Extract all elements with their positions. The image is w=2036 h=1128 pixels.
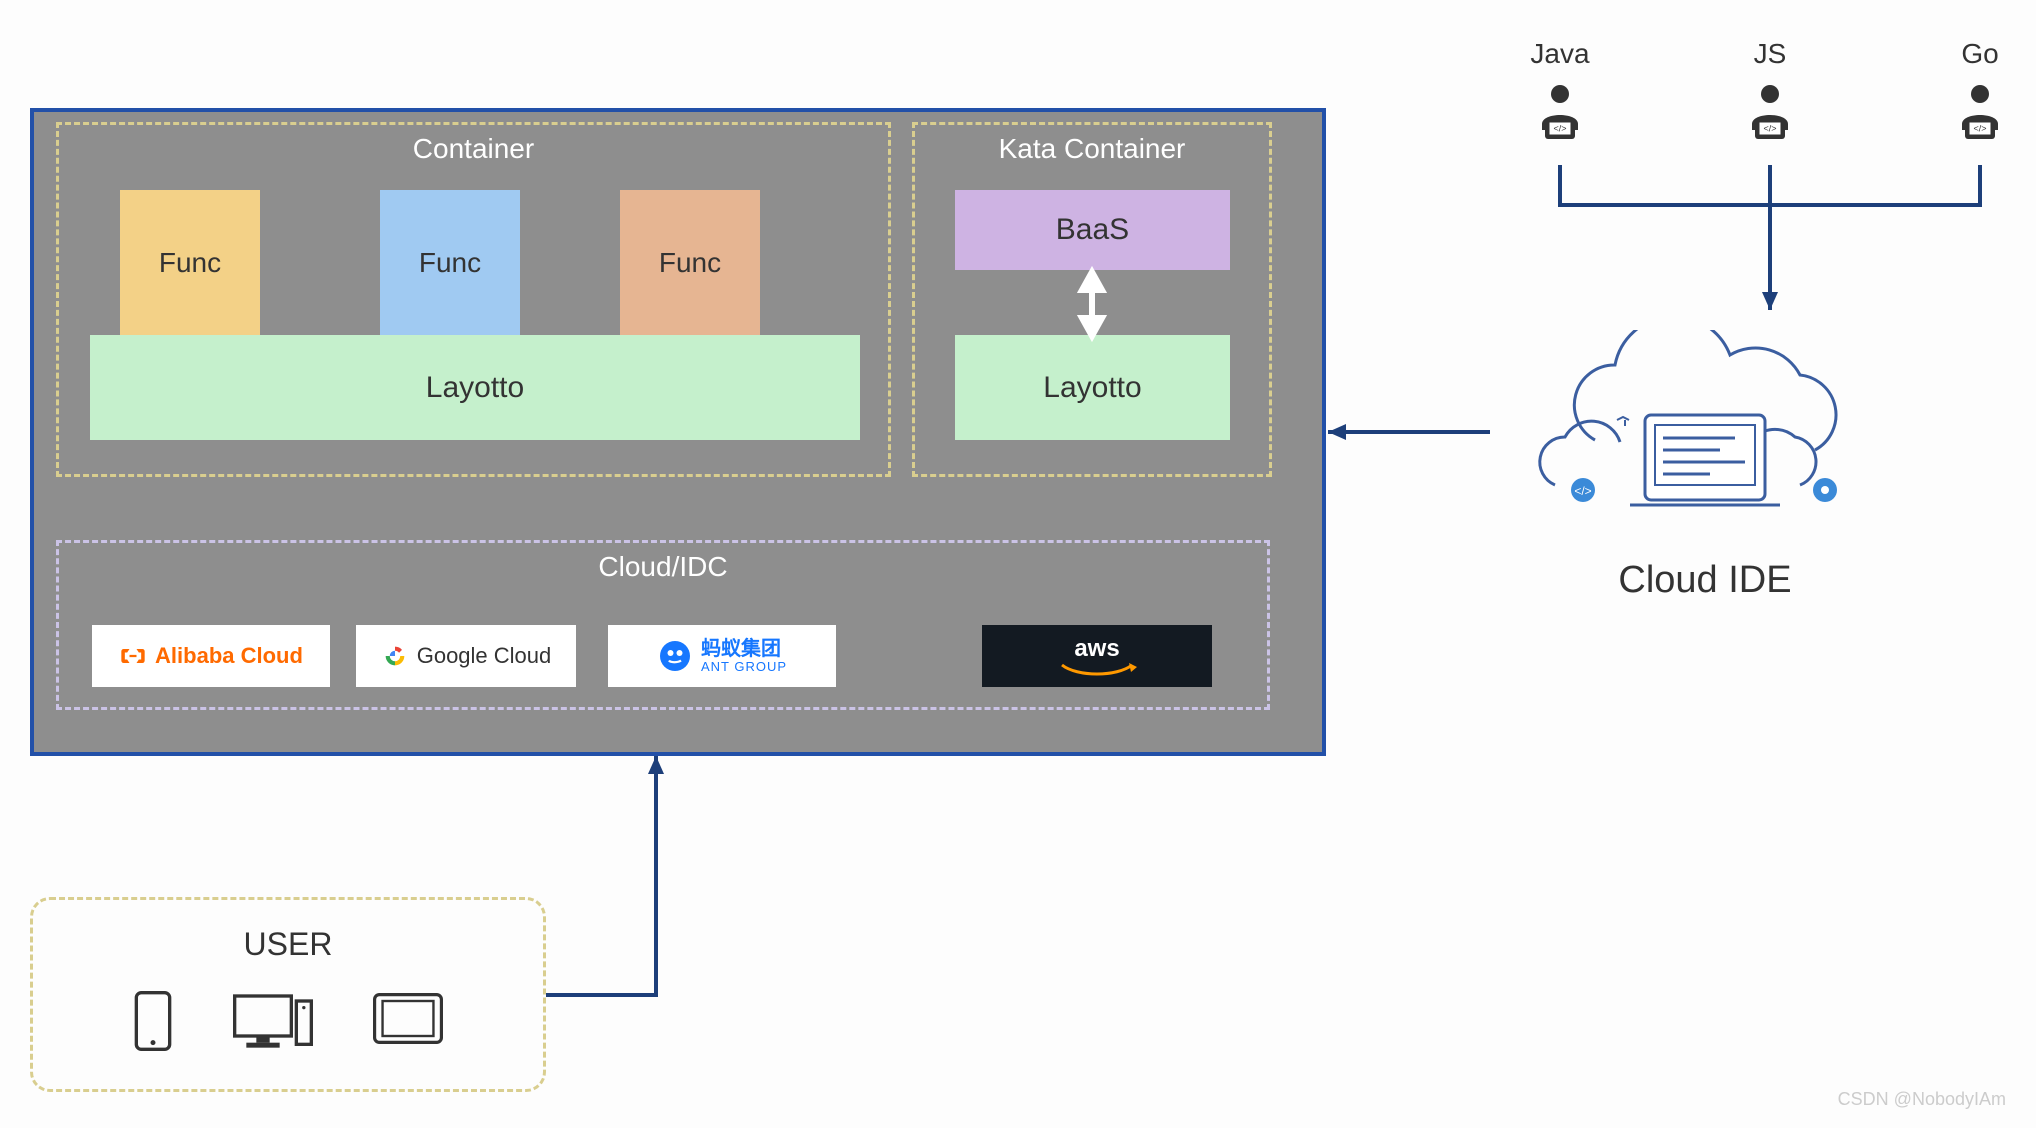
- svg-text:</>: </>: [1973, 124, 1986, 134]
- func-block-1: Func: [120, 190, 260, 335]
- mobile-icon: [133, 991, 173, 1051]
- aws-smile-icon: [1057, 663, 1137, 677]
- google-cloud-icon: [381, 642, 409, 670]
- dev-go-label: Go: [1961, 38, 1998, 70]
- func-block-3: Func: [620, 190, 760, 335]
- google-cloud-logo: Google Cloud: [356, 625, 576, 687]
- svg-text:</>: </>: [1553, 124, 1566, 134]
- baas-block: BaaS: [955, 190, 1230, 270]
- dev-go: Go </>: [1950, 38, 2010, 142]
- ant-icon: [657, 638, 693, 674]
- aws-label: aws: [1074, 635, 1119, 663]
- cloud-ide-block: </> Cloud IDE: [1500, 330, 1910, 602]
- alibaba-icon: [119, 642, 147, 670]
- func-block-2: Func: [380, 190, 520, 335]
- cloud-idc-title: Cloud/IDC: [59, 551, 1267, 583]
- svg-text:</>: </>: [1763, 124, 1776, 134]
- dev-js-label: JS: [1754, 38, 1787, 70]
- container-title: Container: [59, 133, 888, 165]
- ant-group-en: ANT GROUP: [701, 660, 787, 674]
- svg-text:</>: </>: [1574, 484, 1591, 498]
- developer-icon: </>: [1740, 82, 1800, 142]
- layotto-block-left: Layotto: [90, 335, 860, 440]
- dev-java-label: Java: [1530, 38, 1589, 70]
- desktop-icon: [233, 991, 313, 1051]
- user-title: USER: [33, 926, 543, 963]
- dev-java: Java </>: [1530, 38, 1590, 142]
- alibaba-cloud-logo: Alibaba Cloud: [92, 625, 330, 687]
- cloud-ide-label: Cloud IDE: [1500, 559, 1910, 602]
- alibaba-cloud-label: Alibaba Cloud: [155, 643, 303, 669]
- cloud-ide-icon: </>: [1525, 330, 1885, 530]
- tablet-icon: [373, 991, 443, 1046]
- ant-group-logo: 蚂蚁集团 ANT GROUP: [608, 625, 836, 687]
- ant-group-zh: 蚂蚁集团: [701, 638, 787, 660]
- developers-row: Java </> JS </> Go </>: [1530, 38, 2010, 142]
- user-box: USER: [30, 897, 546, 1092]
- developer-icon: </>: [1530, 82, 1590, 142]
- aws-logo: aws: [982, 625, 1212, 687]
- google-cloud-label: Google Cloud: [417, 643, 552, 669]
- developer-icon: </>: [1950, 82, 2010, 142]
- dev-js: JS </>: [1740, 38, 1800, 142]
- kata-container-title: Kata Container: [915, 133, 1269, 165]
- layotto-block-right: Layotto: [955, 335, 1230, 440]
- user-icons-row: [33, 991, 543, 1051]
- watermark: CSDN @NobodyIAm: [1838, 1089, 2006, 1110]
